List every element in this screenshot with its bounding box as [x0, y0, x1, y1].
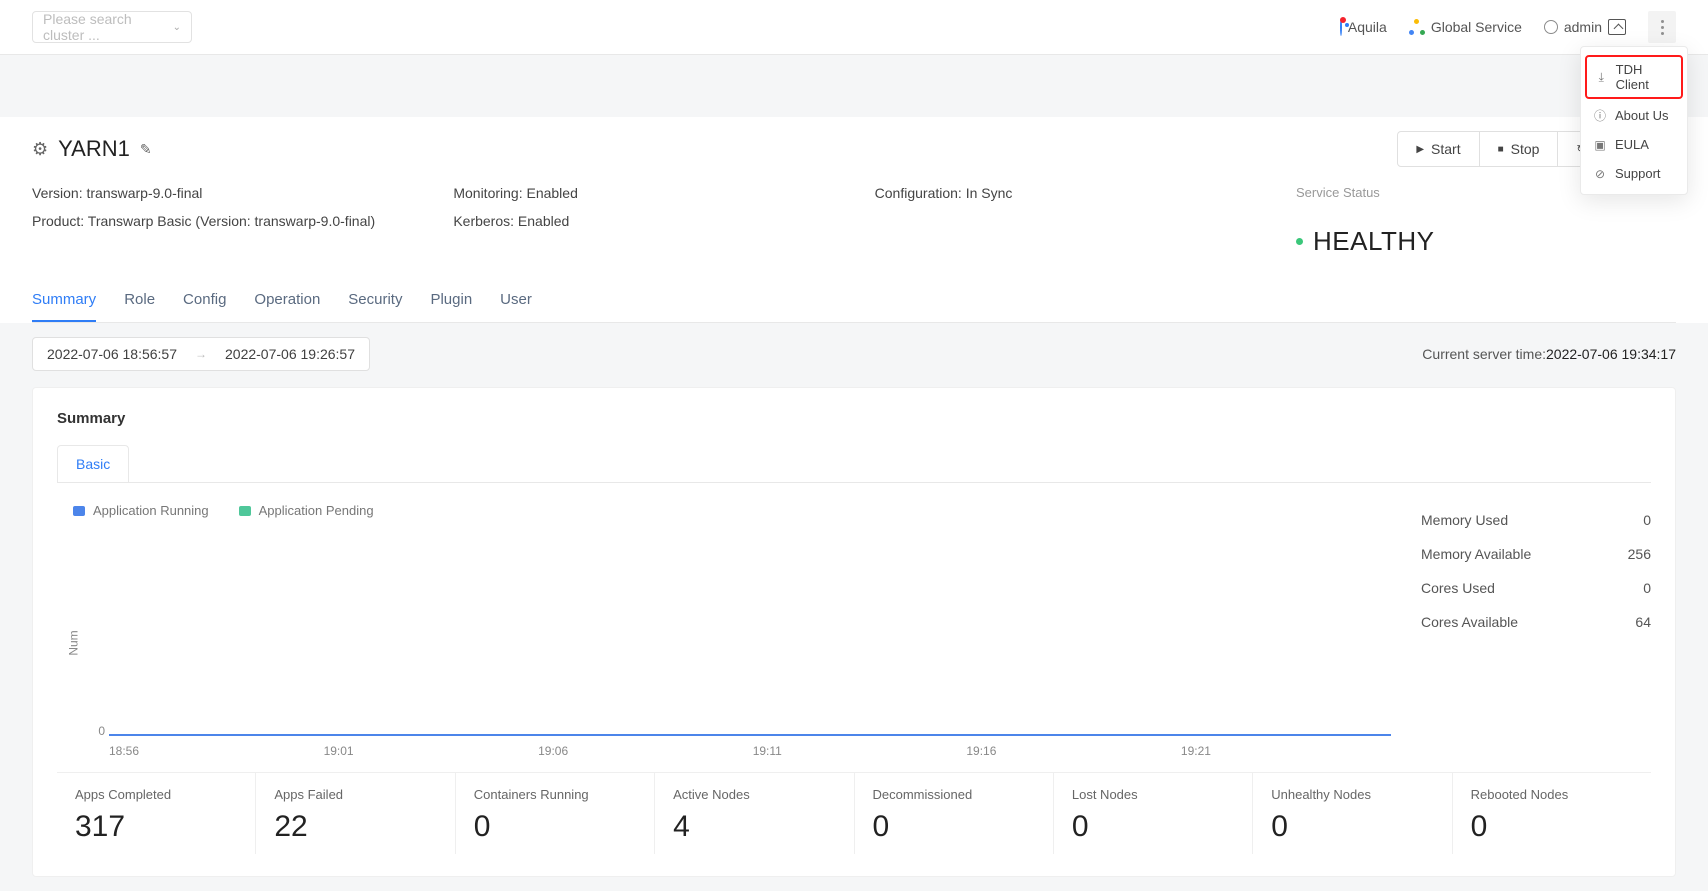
- metric-memory-used: Memory Used0: [1421, 503, 1651, 537]
- sub-band: [0, 55, 1708, 117]
- range-from: 2022-07-06 18:56:57: [47, 346, 177, 362]
- global-service-link[interactable]: Global Service: [1409, 19, 1522, 35]
- summary-card: Summary Basic Application Running Applic…: [32, 387, 1676, 877]
- status-dot-icon: [1296, 238, 1303, 245]
- stat-decommissioned: Decommissioned0: [855, 773, 1054, 854]
- global-service-icon: [1409, 19, 1425, 35]
- server-time: Current server time:2022-07-06 19:34:17: [1422, 346, 1676, 362]
- monitoring-info: Monitoring: Enabled: [453, 185, 874, 201]
- tab-summary[interactable]: Summary: [32, 281, 96, 322]
- user-icon: [1544, 20, 1558, 34]
- tabs: Summary Role Config Operation Security P…: [32, 281, 1676, 323]
- chevron-down-icon: ⌄: [173, 22, 181, 33]
- version-info: Version: transwarp-9.0-final: [32, 185, 453, 201]
- y-axis-label: Num: [67, 630, 81, 655]
- dropdown-eula[interactable]: ▣ EULA: [1581, 130, 1687, 159]
- service-status: HEALTHY: [1296, 226, 1676, 257]
- stat-apps-completed: Apps Completed317: [57, 773, 256, 854]
- more-menu-button[interactable]: [1648, 11, 1676, 43]
- legend-running: Application Running: [73, 503, 209, 518]
- expand-icon[interactable]: [1608, 19, 1626, 35]
- more-vertical-icon: [1661, 20, 1664, 35]
- stats-row: Apps Completed317 Apps Failed22 Containe…: [57, 772, 1651, 854]
- range-to: 2022-07-06 19:26:57: [225, 346, 355, 362]
- dropdown-support[interactable]: ⊘ Support: [1581, 159, 1687, 188]
- topbar: Please search cluster ... ⌄ Aquila Globa…: [0, 0, 1708, 55]
- kerberos-info: Kerberos: Enabled: [453, 213, 874, 229]
- legend-pending: Application Pending: [239, 503, 374, 518]
- stat-rebooted-nodes: Rebooted Nodes0: [1453, 773, 1651, 854]
- search-placeholder: Please search cluster ...: [43, 11, 173, 43]
- metrics-panel: Memory Used0 Memory Available256 Cores U…: [1421, 503, 1651, 758]
- more-dropdown: ⤓ TDH Client ⓘ About Us ▣ EULA ⊘ Support: [1580, 46, 1688, 195]
- notification-dot-icon: [1340, 17, 1346, 23]
- metric-cores-used: Cores Used0: [1421, 571, 1651, 605]
- title-row: ⚙ YARN1 ✎ ▶Start ■Stop ↻Restart: [32, 117, 1676, 167]
- time-range-picker[interactable]: 2022-07-06 18:56:57 → 2022-07-06 19:26:5…: [32, 337, 370, 371]
- stat-containers-running: Containers Running0: [456, 773, 655, 854]
- configuration-info: Configuration: In Sync: [875, 185, 1296, 201]
- product-info: Product: Transwarp Basic (Version: trans…: [32, 213, 453, 229]
- stat-lost-nodes: Lost Nodes0: [1054, 773, 1253, 854]
- chart-area: Num 0 18:56 19:01 19:06 19:11 19:16 19:2…: [57, 528, 1401, 758]
- play-icon: ▶: [1416, 144, 1424, 155]
- arrow-right-icon: →: [195, 347, 207, 361]
- stat-unhealthy-nodes: Unhealthy Nodes0: [1253, 773, 1452, 854]
- info-icon: ⓘ: [1593, 109, 1607, 123]
- stop-button[interactable]: ■Stop: [1480, 131, 1559, 167]
- stop-icon: ■: [1498, 144, 1504, 155]
- dropdown-tdh-client[interactable]: ⤓ TDH Client: [1585, 55, 1683, 99]
- chart-wrap: Application Running Application Pending …: [57, 482, 1651, 758]
- aquila-link[interactable]: Aquila: [1340, 19, 1387, 35]
- document-icon: ▣: [1593, 138, 1607, 152]
- tab-config[interactable]: Config: [183, 281, 226, 322]
- x-ticks: 18:56 19:01 19:06 19:11 19:16 19:21: [109, 744, 1391, 758]
- tab-plugin[interactable]: Plugin: [430, 281, 472, 322]
- tab-role[interactable]: Role: [124, 281, 155, 322]
- metric-cores-available: Cores Available64: [1421, 605, 1651, 639]
- legend-color-icon: [73, 506, 85, 516]
- time-range-row: 2022-07-06 18:56:57 → 2022-07-06 19:26:5…: [32, 337, 1676, 371]
- metric-memory-available: Memory Available256: [1421, 537, 1651, 571]
- edit-icon[interactable]: ✎: [140, 141, 152, 158]
- cluster-search[interactable]: Please search cluster ... ⌄: [32, 11, 192, 43]
- basic-tab[interactable]: Basic: [57, 445, 129, 482]
- chart-legend: Application Running Application Pending: [73, 503, 1401, 518]
- page-title: YARN1: [58, 136, 130, 162]
- y-tick-0: 0: [95, 724, 105, 738]
- stat-active-nodes: Active Nodes4: [655, 773, 854, 854]
- service-icon: ⚙: [32, 139, 48, 160]
- tab-operation[interactable]: Operation: [254, 281, 320, 322]
- support-icon: ⊘: [1593, 167, 1607, 181]
- stat-apps-failed: Apps Failed22: [256, 773, 455, 854]
- series-line: [109, 734, 1391, 736]
- admin-menu[interactable]: admin: [1544, 19, 1626, 35]
- download-icon: ⤓: [1595, 70, 1608, 84]
- dropdown-about-us[interactable]: ⓘ About Us: [1581, 101, 1687, 130]
- summary-title: Summary: [57, 410, 1651, 427]
- tab-user[interactable]: User: [500, 281, 532, 322]
- start-button[interactable]: ▶Start: [1397, 131, 1479, 167]
- info-row: Version: transwarp-9.0-final Product: Tr…: [32, 167, 1676, 269]
- legend-color-icon: [239, 506, 251, 516]
- tab-security[interactable]: Security: [348, 281, 402, 322]
